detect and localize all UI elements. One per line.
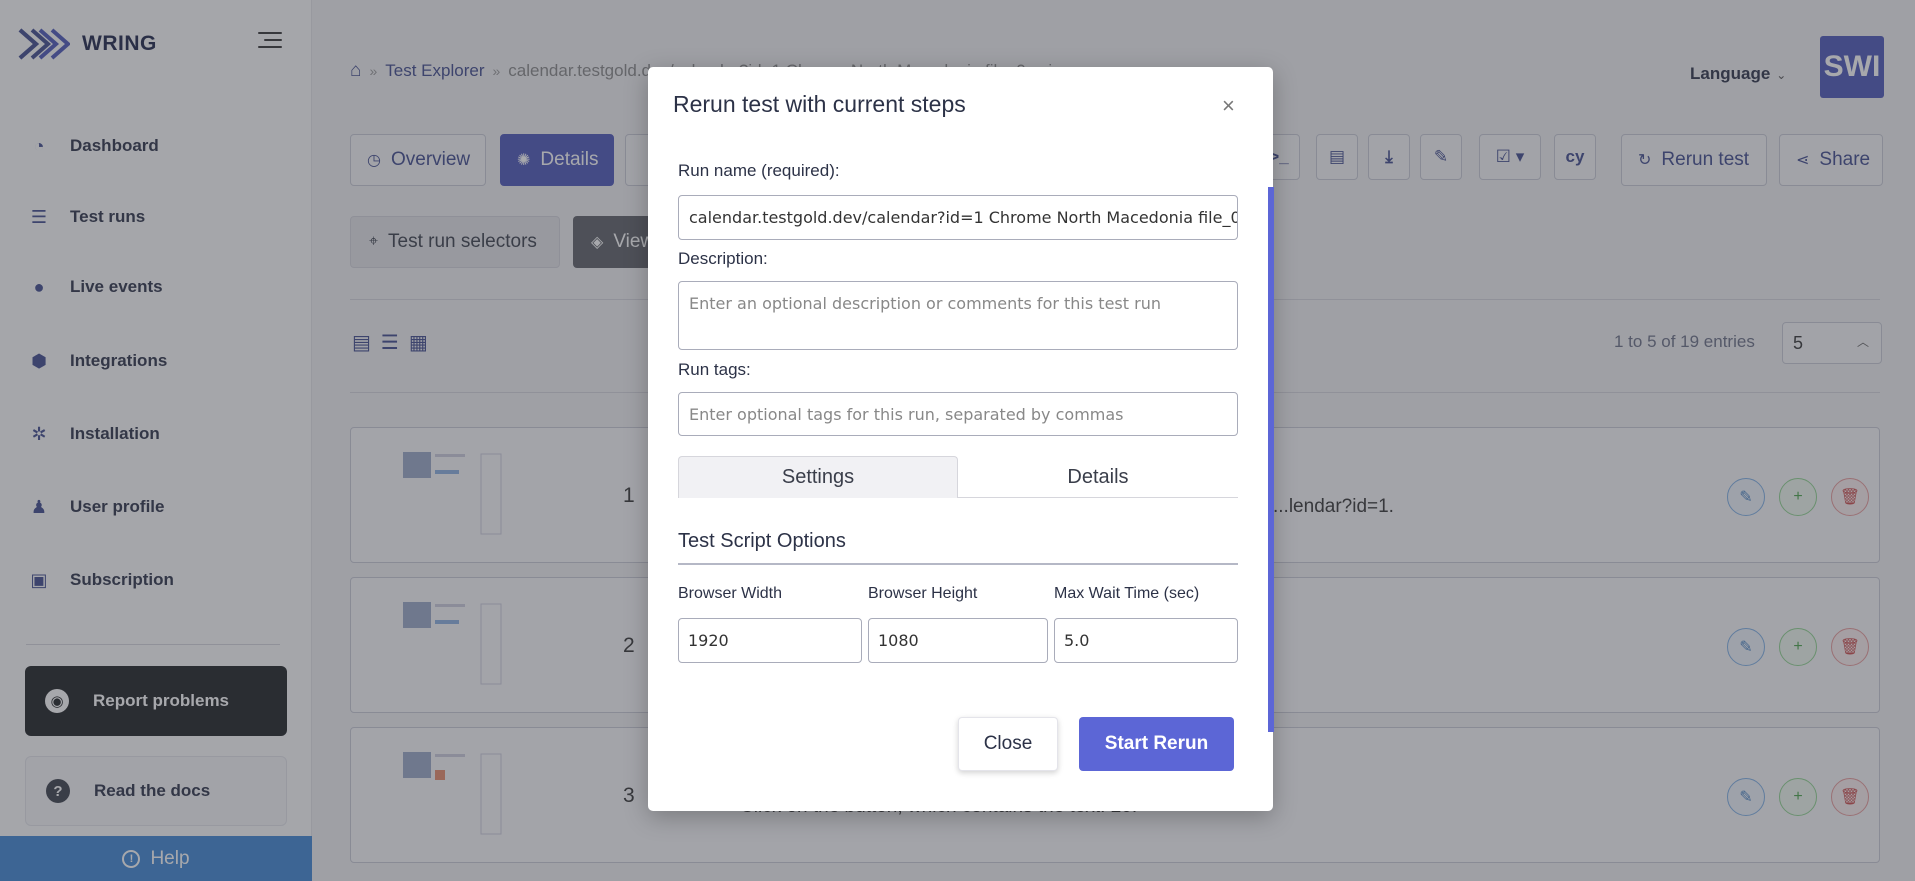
modal-scrollbar[interactable] bbox=[1268, 187, 1274, 732]
tab-details[interactable]: Details bbox=[958, 456, 1238, 498]
max-wait-label: Max Wait Time (sec) bbox=[1054, 585, 1200, 602]
run-name-label: Run name (required): bbox=[678, 161, 840, 180]
run-name-input[interactable]: calendar.testgold.dev/calendar?id=1 Chro… bbox=[678, 195, 1238, 240]
close-icon[interactable]: × bbox=[1222, 93, 1235, 119]
browser-height-input[interactable]: 1080 bbox=[868, 618, 1048, 663]
description-label: Description: bbox=[678, 249, 768, 268]
browser-width-input[interactable]: 1920 bbox=[678, 618, 862, 663]
section-divider bbox=[678, 563, 1238, 565]
run-tags-label: Run tags: bbox=[678, 360, 751, 379]
run-tags-input[interactable]: Enter optional tags for this run, separa… bbox=[678, 392, 1238, 436]
close-button[interactable]: Close bbox=[958, 717, 1058, 771]
browser-width-label: Browser Width bbox=[678, 585, 783, 602]
start-rerun-button[interactable]: Start Rerun bbox=[1079, 717, 1234, 771]
modal-title: Rerun test with current steps bbox=[673, 91, 966, 117]
browser-height-label: Browser Height bbox=[868, 585, 978, 602]
section-title: Test Script Options bbox=[678, 530, 846, 552]
rerun-modal: Rerun test with current steps × Run name… bbox=[648, 67, 1274, 811]
max-wait-input[interactable]: 5.0 bbox=[1054, 618, 1238, 663]
description-textarea[interactable]: Enter an optional description or comment… bbox=[678, 281, 1238, 350]
tab-settings[interactable]: Settings bbox=[678, 456, 958, 498]
modal-tabs: Settings Details bbox=[678, 456, 1238, 498]
